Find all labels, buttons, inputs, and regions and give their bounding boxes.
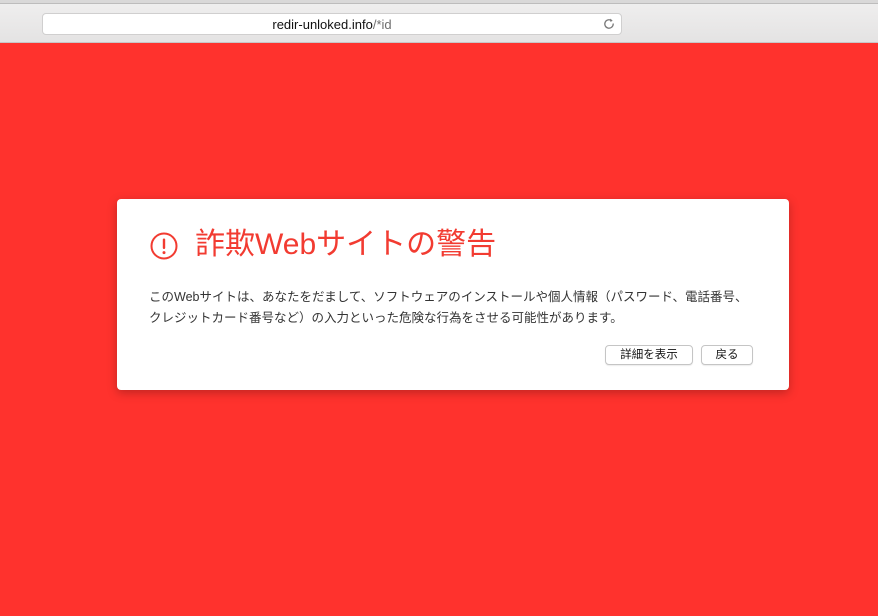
url-host: redir-unloked.info	[272, 17, 373, 32]
reload-icon[interactable]	[602, 17, 616, 31]
warning-title: 詐欺Webサイトの警告	[195, 228, 497, 261]
url-text: redir-unloked.info/*id	[43, 17, 621, 32]
address-bar[interactable]: redir-unloked.info/*id	[42, 13, 622, 35]
exclamation-circle-icon	[150, 232, 178, 260]
browser-window: redir-unloked.info/*id 詐欺Webサイトの警告 このWeb…	[0, 0, 878, 616]
browser-toolbar: redir-unloked.info/*id	[0, 0, 878, 43]
url-path: /*id	[372, 17, 392, 32]
show-details-button[interactable]: 詳細を表示	[605, 345, 693, 365]
go-back-button[interactable]: 戻る	[701, 345, 753, 365]
warning-description: このWebサイトは、あなたをだまして、ソフトウェアのインストールや個人情報（パス…	[149, 290, 748, 325]
fraud-warning-dialog: 詐欺Webサイトの警告 このWebサイトは、あなたをだまして、ソフトウェアのイン…	[117, 199, 789, 390]
